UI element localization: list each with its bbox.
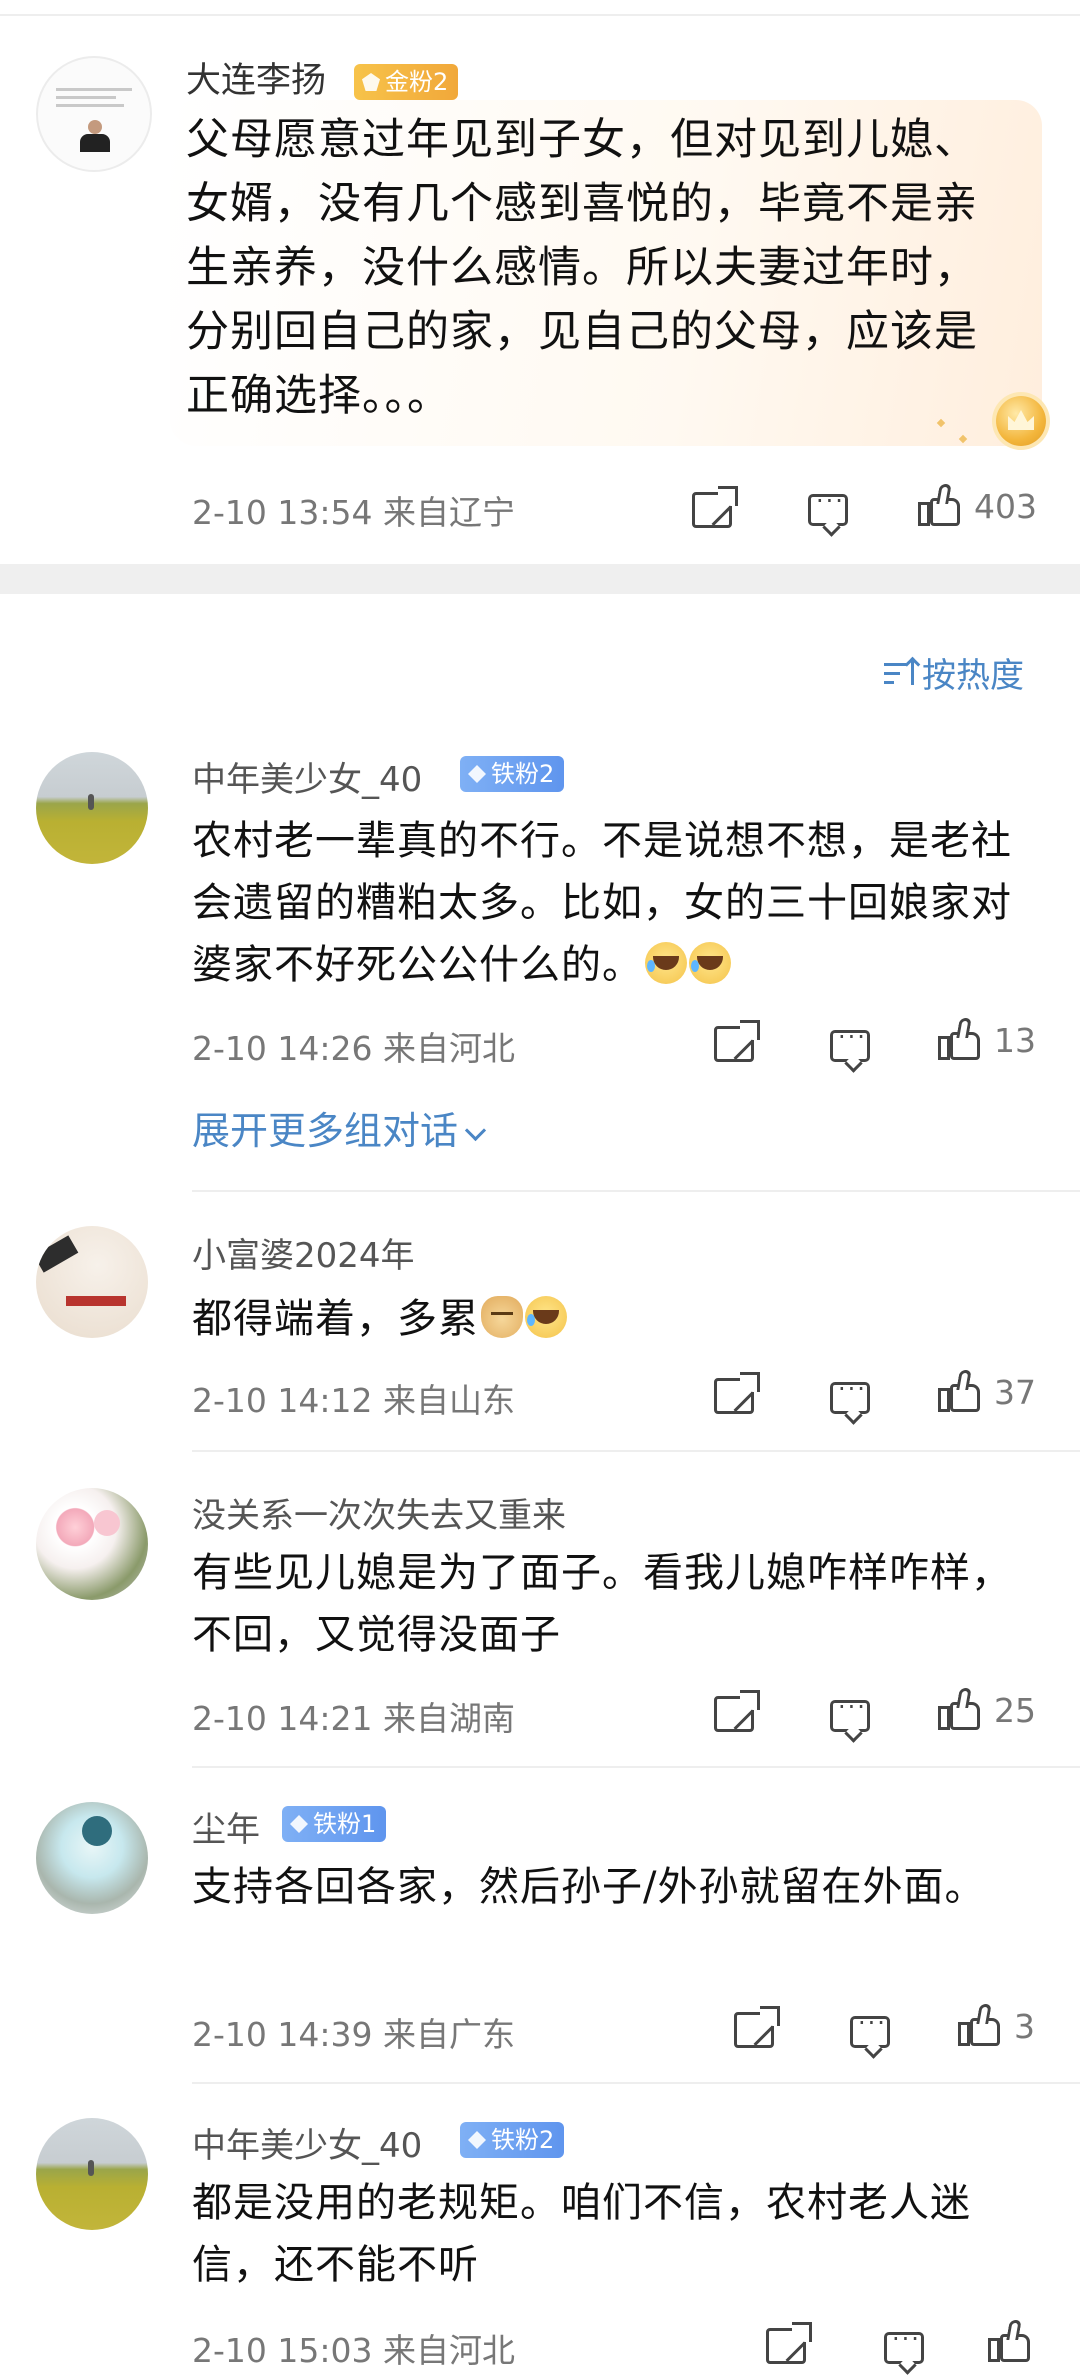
row-divider (192, 1766, 1080, 1768)
like-button[interactable]: 3 (958, 2004, 1035, 2048)
share-button[interactable] (766, 2322, 812, 2364)
reply-button[interactable] (884, 2325, 924, 2364)
thumbs-up-icon (988, 2320, 1032, 2364)
comment-icon (850, 2009, 890, 2048)
laugh-cry-emoji-icon (645, 942, 687, 984)
share-icon (714, 1020, 760, 1062)
badge-icon (468, 2131, 486, 2149)
comment-icon (808, 487, 848, 526)
share-icon (714, 1690, 760, 1732)
comment-text[interactable]: 都得端着，多累 (192, 1288, 1032, 1350)
like-count: 25 (994, 1690, 1036, 1730)
badge-label: 铁粉1 (313, 1810, 377, 1838)
fan-badge[interactable]: 铁粉2 (460, 2122, 565, 2158)
comment-meta: 2-10 14:26 来自河北 (192, 1029, 515, 1068)
thumbs-up-icon (938, 1018, 982, 1062)
main-comment: 大连李扬 金粉2 父母愿意过年见到子女，但对见到儿媳、女婿，没有几个感到喜悦的，… (0, 16, 1080, 564)
avatar[interactable] (36, 2118, 148, 2230)
laugh-cry-emoji-icon (525, 1296, 567, 1338)
comment-meta: 2-10 13:54 来自辽宁 (192, 493, 515, 532)
reply-button[interactable] (830, 1023, 870, 1062)
like-button[interactable]: 13 (938, 1018, 1036, 1062)
avatar[interactable] (36, 1802, 148, 1914)
author-name[interactable]: 尘年 (192, 1802, 260, 1851)
badge-icon (362, 73, 380, 91)
expand-more-conversations[interactable]: 展开更多组对话 (192, 1100, 487, 1155)
thumbs-up-icon (938, 1688, 982, 1732)
avatar[interactable] (36, 752, 148, 864)
author-name[interactable]: 大连李扬 (186, 52, 326, 103)
like-button[interactable]: 25 (938, 1688, 1036, 1732)
share-button[interactable] (734, 2006, 780, 2048)
sort-icon (884, 659, 914, 687)
badge-label: 铁粉2 (491, 760, 555, 788)
share-button[interactable] (714, 1372, 760, 1414)
share-icon (692, 486, 738, 528)
avatar[interactable] (36, 1226, 148, 1338)
avatar-person-image (80, 120, 110, 152)
comment-meta: 2-10 14:21 来自湖南 (192, 1699, 515, 1738)
thumbs-up-icon (938, 1370, 982, 1414)
trophy-icon (990, 390, 1052, 452)
like-count: 3 (1014, 2006, 1035, 2046)
comment-meta: 2-10 14:39 来自广东 (192, 2015, 515, 2054)
comment-meta: 2-10 15:03 来自河北 (192, 2331, 515, 2370)
fan-badge[interactable]: 铁粉2 (460, 756, 565, 792)
comment-text[interactable]: 有些见儿媳是为了面子。看我儿媳咋样咋样，不回，又觉得没面子 (192, 1542, 1032, 1666)
avatar[interactable] (36, 56, 152, 172)
badge-icon (290, 1815, 308, 1833)
author-name[interactable]: 中年美少女_40 (192, 2118, 422, 2167)
badge-icon (468, 765, 486, 783)
share-icon (734, 2006, 780, 2048)
sort-label: 按热度 (922, 656, 1024, 696)
comment-icon (830, 1023, 870, 1062)
author-name[interactable]: 中年美少女_40 (192, 752, 422, 801)
reply-button[interactable] (830, 1693, 870, 1732)
sort-button[interactable]: 按热度 (884, 648, 1024, 697)
row-divider (192, 2082, 1080, 2084)
avatar[interactable] (36, 1488, 148, 1600)
share-button[interactable] (714, 1690, 760, 1732)
like-button[interactable]: 37 (938, 1370, 1036, 1414)
share-button[interactable] (692, 486, 738, 528)
comment-text-content: 农村老一辈真的不行。不是说想不想，是老社会遗留的糟粕太多。比如，女的三十回娘家对… (192, 818, 1012, 988)
row-divider (192, 1450, 1080, 1452)
doge-emoji-icon (481, 1296, 523, 1338)
share-button[interactable] (714, 1020, 760, 1062)
reply-button[interactable] (850, 2009, 890, 2048)
reply-button[interactable] (830, 1375, 870, 1414)
thumbs-up-icon (958, 2004, 1002, 2048)
comment-text[interactable]: 农村老一辈真的不行。不是说想不想，是老社会遗留的糟粕太多。比如，女的三十回娘家对… (192, 810, 1032, 996)
avatar-card-image (56, 88, 132, 112)
comment-text[interactable]: 支持各回各家，然后孙子/外孙就留在外面。 (192, 1856, 1032, 1918)
like-count: 403 (974, 486, 1037, 526)
comment-text[interactable]: 父母愿意过年见到子女，但对见到儿媳、女婿，没有几个感到喜悦的，毕竟不是亲生亲养，… (186, 108, 1016, 428)
badge-label: 铁粉2 (491, 2126, 555, 2154)
reply-button[interactable] (808, 487, 848, 526)
comment-text[interactable]: 都是没用的老规矩。咱们不信，农村老人迷信，还不能不听 (192, 2172, 1032, 2296)
expand-label: 展开更多组对话 (192, 1109, 459, 1153)
like-count: 13 (994, 1020, 1036, 1060)
comment-icon (830, 1375, 870, 1414)
chevron-down-icon (464, 1119, 487, 1142)
like-button[interactable] (988, 2320, 1032, 2364)
share-icon (766, 2322, 812, 2364)
section-divider (0, 564, 1080, 594)
fan-badge[interactable]: 铁粉1 (282, 1806, 387, 1842)
row-divider (192, 1190, 1080, 1192)
author-name[interactable]: 小富婆2024年 (192, 1228, 415, 1277)
comment-icon (830, 1693, 870, 1732)
fan-badge[interactable]: 金粉2 (354, 64, 459, 100)
thumbs-up-icon (918, 484, 962, 528)
share-icon (714, 1372, 760, 1414)
badge-label: 金粉2 (385, 68, 449, 96)
comment-icon (884, 2325, 924, 2364)
author-name[interactable]: 没关系一次次失去又重来 (192, 1488, 566, 1537)
laugh-cry-emoji-icon (689, 942, 731, 984)
like-count: 37 (994, 1372, 1036, 1412)
comment-meta: 2-10 14:12 来自山东 (192, 1381, 515, 1420)
like-button[interactable]: 403 (918, 484, 1037, 528)
comment-text-content: 都得端着，多累 (192, 1296, 479, 1342)
